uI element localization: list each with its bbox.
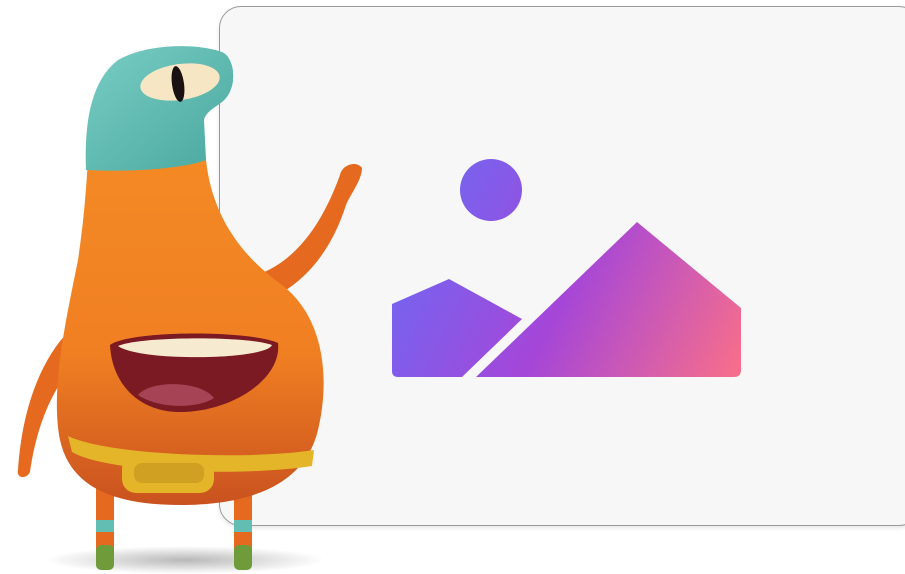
mascot-head: [85, 46, 234, 171]
large-mountain-shape: [476, 222, 741, 377]
mascot-buckle-inner: [134, 463, 204, 483]
mascot-shadow: [45, 546, 325, 574]
illustration-canvas: [0, 0, 905, 574]
mascot-character: [17, 46, 362, 574]
mascot-left-shoe: [96, 545, 114, 570]
sun-shape: [460, 159, 522, 221]
image-placeholder-icon: [392, 159, 741, 377]
mascot-right-sock: [234, 520, 252, 532]
mascot-left-sock: [96, 520, 114, 532]
mascot-right-shoe: [234, 545, 252, 570]
